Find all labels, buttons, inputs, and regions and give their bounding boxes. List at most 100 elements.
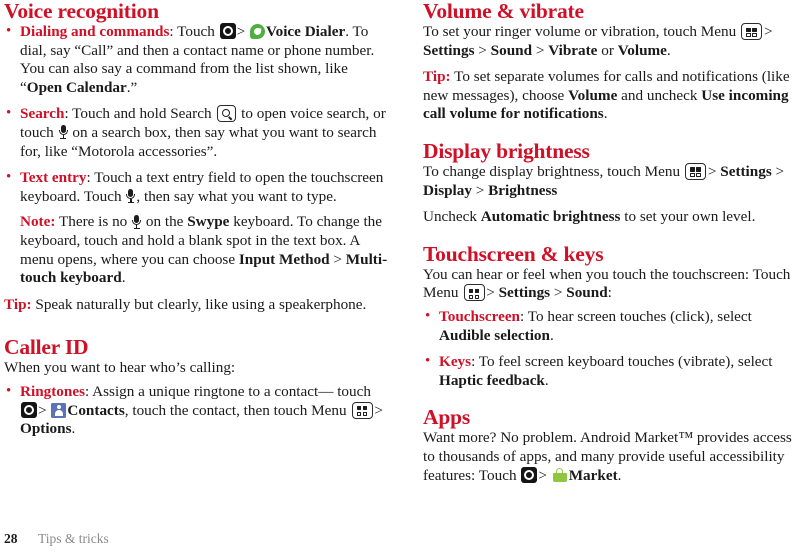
bullet-text-keys-1: : To feel screen keyboard touches (vibra… xyxy=(471,353,773,371)
section-heading-caller-id: Caller ID xyxy=(4,335,89,360)
menu-key-icon xyxy=(685,162,707,180)
launcher-icon xyxy=(219,23,236,39)
bullet-label-text-entry: Text entry xyxy=(20,169,87,187)
bullet-text-ringtones-2: , touch the contact, then touch Menu xyxy=(124,401,347,419)
tip-label: Tip: xyxy=(4,295,32,313)
voice-recognition-bullet-list: Dialing and commands: Touch > Voice Dial… xyxy=(4,22,391,288)
menu-item-vibrate: Vibrate xyxy=(548,41,598,59)
tip-separate-volumes: Tip: To set separate volumes for calls a… xyxy=(423,68,803,124)
separator-gt: > xyxy=(486,284,495,302)
bullet-label-touchscreen: Touchscreen xyxy=(439,307,521,325)
touchscreen-keys-instructions: You can hear or feel when you touch the … xyxy=(423,266,803,303)
caller-id-intro: When you want to hear who’s calling: xyxy=(4,359,236,377)
caller-id-bullet-list: Ringtones: Assign a unique ringtone to a… xyxy=(4,382,391,439)
separator-gt: > xyxy=(538,466,547,484)
bullet-label-search: Search xyxy=(20,105,65,123)
touchscreen-keys-bullet-list: Touchscreen: To hear screen touches (cli… xyxy=(423,307,803,390)
voice-dialer-icon xyxy=(250,24,266,39)
menu-item-sound: Sound xyxy=(566,284,608,302)
bullet-text-ringtones-1: : Assign a unique ringtone to a contact—… xyxy=(84,382,371,400)
brightness-text-1: To change display brightness, touch Menu xyxy=(423,162,681,180)
launcher-icon xyxy=(21,401,37,418)
note-block-swype: Note: There is no on the Swype keyboard.… xyxy=(20,213,391,287)
microphone-icon xyxy=(58,125,68,140)
uncheck-text-1: Uncheck xyxy=(423,208,477,226)
setting-audible-selection: Audible selection xyxy=(439,326,550,344)
page-footer: 28 Tips & tricks xyxy=(0,529,811,549)
bullet-dialing-and-commands: Dialing and commands: Touch > Voice Dial… xyxy=(4,22,391,97)
separator-gt: > xyxy=(763,23,773,40)
tip-text-2: and uncheck xyxy=(621,86,698,104)
bullet-keys: Keys: To feel screen keyboard touches (v… xyxy=(423,352,803,390)
bullet-text-dialing-3: .” xyxy=(126,78,138,96)
separator-gt: > xyxy=(478,41,487,59)
separator-gt-1: > xyxy=(236,23,246,40)
bullet-label-dialing: Dialing and commands xyxy=(20,23,170,40)
menu-item-input-method: Input Method xyxy=(238,250,330,268)
left-column: Voice recognition Dialing and commands: … xyxy=(0,0,405,525)
period: . xyxy=(666,41,671,59)
section-heading-voice-recognition: Voice recognition xyxy=(4,0,159,23)
period: . xyxy=(603,105,608,123)
command-open-calendar: Open Calendar xyxy=(26,78,127,96)
bullet-label-ringtones: Ringtones xyxy=(20,382,85,400)
manual-page: Voice recognition Dialing and commands: … xyxy=(0,0,811,557)
period: . xyxy=(617,466,622,484)
section-heading-apps: Apps xyxy=(423,405,471,430)
conjunction-or: or xyxy=(601,41,614,59)
app-name-contacts: Contacts xyxy=(67,401,125,419)
display-brightness-instructions: To change display brightness, touch Menu… xyxy=(423,162,803,200)
menu-key-icon xyxy=(741,23,763,40)
note-label: Note: xyxy=(20,213,56,231)
menu-key-icon xyxy=(351,401,373,419)
bullet-text-search-3: on a search box, then say what you want … xyxy=(20,123,377,160)
tip-text: Speak naturally but clearly, like using … xyxy=(35,295,367,313)
section-heading-volume-vibrate: Volume & vibrate xyxy=(423,0,584,23)
section-heading-display-brightness: Display brightness xyxy=(423,138,590,163)
section-heading-touchscreen-keys: Touchscreen & keys xyxy=(423,241,604,266)
microphone-icon xyxy=(126,189,136,204)
setting-automatic-brightness: Automatic brightness xyxy=(480,208,621,226)
bullet-touchscreen: Touchscreen: To hear screen touches (cli… xyxy=(423,307,803,345)
menu-item-volume: Volume xyxy=(568,86,618,104)
separator-gt: > xyxy=(333,250,342,268)
period: . xyxy=(544,371,549,389)
bullet-text-entry: Text entry: Touch a text entry field to … xyxy=(4,168,391,288)
period: . xyxy=(549,326,554,344)
volume-vibrate-instructions: To set your ringer volume or vibration, … xyxy=(423,23,803,60)
menu-key-icon xyxy=(463,284,485,302)
menu-item-settings: Settings xyxy=(720,162,772,180)
menu-item-settings: Settings xyxy=(423,41,475,59)
app-name-market: Market xyxy=(568,466,618,484)
separator-gt-2: > xyxy=(38,401,47,419)
separator-gt-3: > xyxy=(374,401,383,419)
right-column: Volume & vibrate To set your ringer volu… xyxy=(405,0,811,525)
menu-item-settings: Settings xyxy=(498,284,551,302)
bullet-text-entry-2: , then say what you want to type. xyxy=(136,187,337,205)
menu-item-display: Display xyxy=(423,181,472,199)
separator-gt: > xyxy=(707,162,717,180)
keyboard-name-swype: Swype xyxy=(187,213,230,231)
note-text-4: . xyxy=(121,269,126,287)
two-column-layout: Voice recognition Dialing and commands: … xyxy=(0,0,811,525)
separator-gt: > xyxy=(475,181,485,199)
menu-item-options: Options xyxy=(20,420,72,438)
bullet-search: Search: Touch and hold Search to open vo… xyxy=(4,104,391,161)
app-name-voice-dialer: Voice Dialer xyxy=(266,23,346,40)
separator-gt: > xyxy=(553,284,563,302)
separator-gt: > xyxy=(535,41,545,59)
market-icon xyxy=(552,467,568,483)
bullet-text-ringtones-3: . xyxy=(71,420,76,438)
note-text-1: There is no xyxy=(58,213,128,231)
note-text-2: on the xyxy=(145,213,184,231)
bullet-text-search-1: : Touch and hold Search xyxy=(64,105,212,123)
automatic-brightness-note: Uncheck Automatic brightness to set your… xyxy=(423,208,803,227)
separator-gt: > xyxy=(775,162,785,180)
tip-speak-naturally: Tip: Speak naturally but clearly, like u… xyxy=(4,296,391,315)
page-number: 28 xyxy=(4,531,18,546)
apps-description: Want more? No problem. Android Market™ p… xyxy=(423,429,803,485)
bullet-label-keys: Keys xyxy=(439,353,472,371)
bullet-text-touchscreen-1: : To hear screen touches (click), select xyxy=(520,307,752,325)
uncheck-text-2: to set your own level. xyxy=(624,208,756,226)
contacts-icon xyxy=(51,402,67,418)
